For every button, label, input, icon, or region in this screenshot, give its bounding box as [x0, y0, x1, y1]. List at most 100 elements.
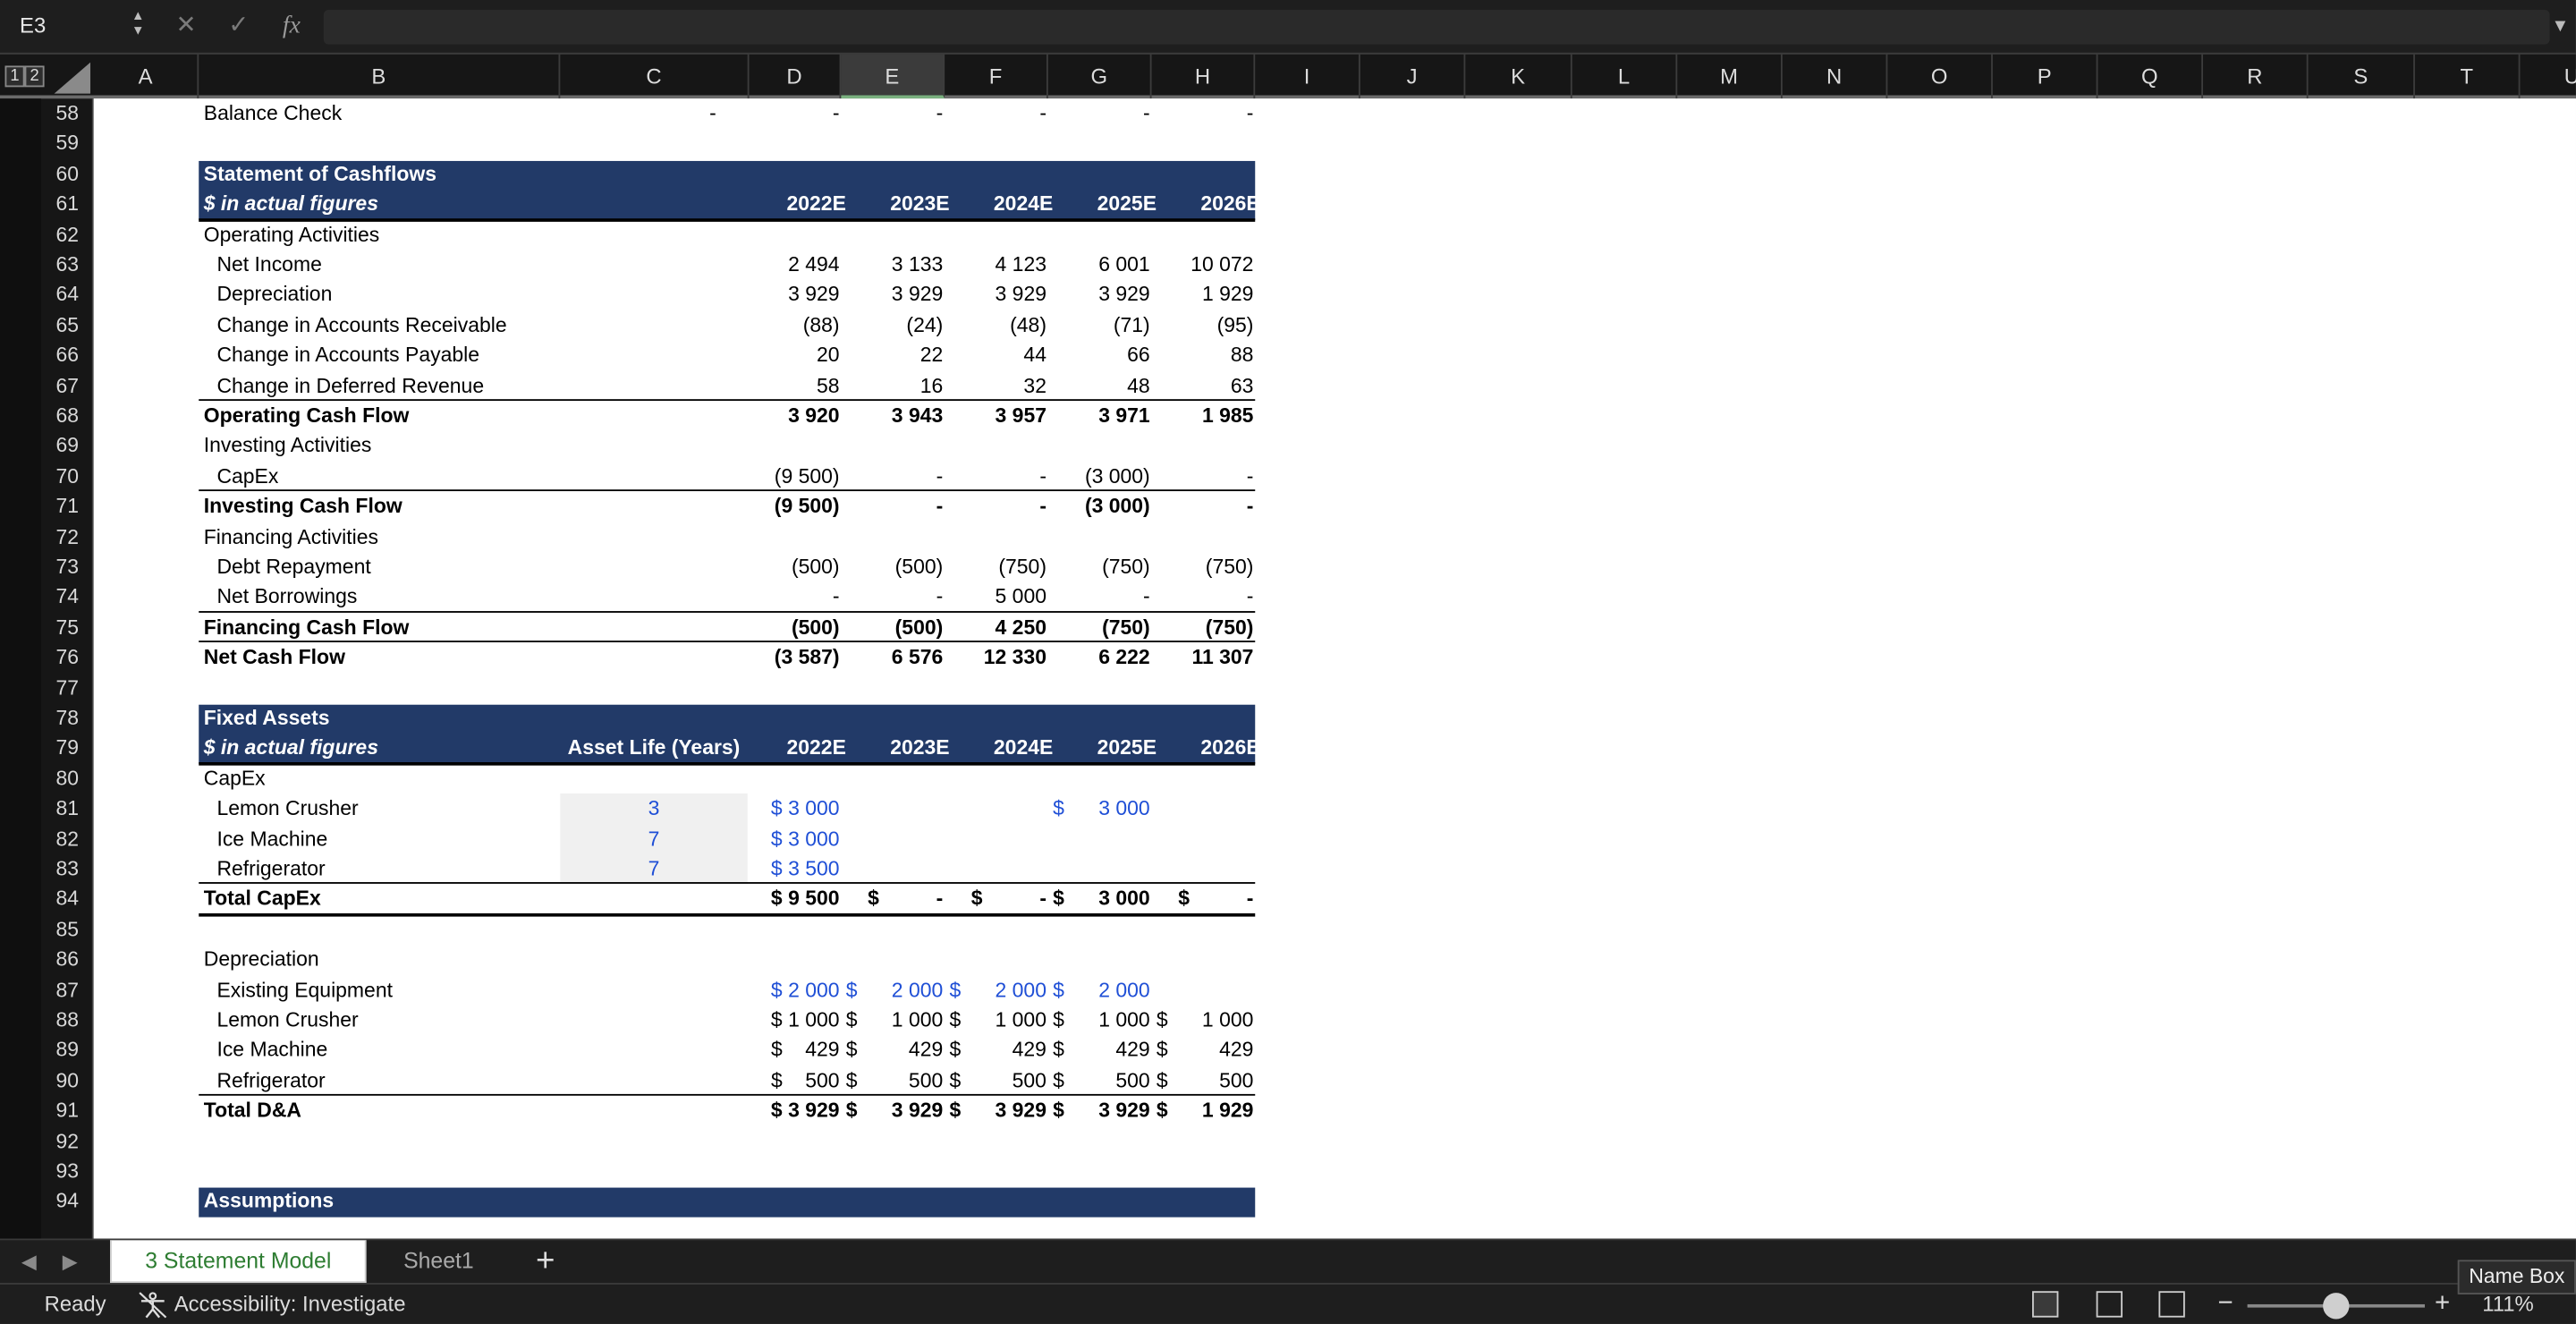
cell-value[interactable]: $ 3 929: [1043, 1096, 1150, 1126]
cell-value[interactable]: $ 429: [836, 1036, 944, 1066]
outline-level-2-button[interactable]: 2: [24, 65, 45, 88]
row-header[interactable]: 65: [41, 310, 94, 341]
cell-value[interactable]: (95): [1147, 310, 1254, 341]
cell-value[interactable]: [940, 522, 1046, 552]
cell-value[interactable]: 3 929: [836, 280, 943, 310]
row-header[interactable]: 88: [41, 1006, 94, 1036]
cell-value[interactable]: -: [836, 582, 944, 613]
cell-value[interactable]: (24): [836, 310, 943, 341]
cell-value[interactable]: (750): [1147, 613, 1254, 643]
page-break-view-icon[interactable]: [2158, 1291, 2185, 1318]
cell-value[interactable]: [836, 522, 943, 552]
cell-value[interactable]: $ 3 500: [733, 854, 840, 885]
cell-value[interactable]: -: [836, 462, 944, 492]
cell-value[interactable]: 2 494: [733, 250, 839, 280]
cell-value[interactable]: $ 3 929: [733, 1096, 840, 1126]
cell-value[interactable]: 3 929: [733, 280, 839, 310]
scroll-tabs-left-icon[interactable]: ◀: [21, 1247, 37, 1277]
cell-value[interactable]: -: [940, 462, 1046, 492]
column-header[interactable]: I: [1255, 54, 1360, 99]
cell-value[interactable]: (3 587): [733, 642, 840, 673]
cell-value[interactable]: [733, 431, 839, 462]
cell-value[interactable]: 4 123: [940, 250, 1046, 280]
row-header[interactable]: 93: [41, 1157, 94, 1187]
row-label[interactable]: Operating Activities: [204, 219, 648, 250]
column-header[interactable]: D: [750, 54, 842, 99]
row-header[interactable]: 59: [41, 129, 94, 159]
row-header[interactable]: 83: [41, 854, 94, 885]
row-label[interactable]: CapEx: [204, 763, 648, 794]
cell-value[interactable]: $ 1 000: [1043, 1006, 1150, 1036]
chevron-down-icon[interactable]: ▼: [2551, 10, 2569, 45]
cell-value[interactable]: (71): [1043, 310, 1150, 341]
cell-value[interactable]: [1043, 854, 1149, 885]
cell-value[interactable]: (9 500): [733, 491, 840, 522]
row-header[interactable]: 91: [41, 1096, 94, 1126]
cell-value[interactable]: (750): [1043, 552, 1150, 582]
cell-value[interactable]: (750): [940, 552, 1046, 582]
cell-value[interactable]: [940, 824, 1046, 854]
cell-value[interactable]: $ 1 929: [1147, 1096, 1254, 1126]
row-header[interactable]: 90: [41, 1065, 94, 1096]
row-header[interactable]: 70: [41, 462, 94, 492]
cell-value[interactable]: [940, 794, 1046, 824]
row-header[interactable]: 72: [41, 522, 94, 552]
column-header[interactable]: K: [1465, 54, 1572, 99]
column-header[interactable]: O: [1887, 54, 1993, 99]
column-header[interactable]: L: [1572, 54, 1678, 99]
page-layout-view-icon[interactable]: [2096, 1291, 2123, 1318]
cell-value[interactable]: [836, 794, 943, 824]
cell-value[interactable]: -: [1147, 98, 1254, 129]
cell-value[interactable]: [836, 824, 943, 854]
cell-value[interactable]: [940, 219, 1046, 250]
tab-sheet1[interactable]: Sheet1: [377, 1240, 499, 1283]
row-header[interactable]: 86: [41, 945, 94, 975]
cell-value[interactable]: 3 957: [940, 401, 1046, 431]
row-header[interactable]: 73: [41, 552, 94, 582]
row-label[interactable]: Lemon Crusher: [204, 1006, 648, 1036]
row-label[interactable]: Total D&A: [204, 1096, 648, 1126]
function-icon[interactable]: fx: [283, 10, 301, 43]
cell-value[interactable]: $ 500: [940, 1065, 1046, 1096]
row-label[interactable]: Financing Cash Flow: [204, 613, 648, 643]
row-label[interactable]: Change in Accounts Payable: [204, 340, 648, 370]
cell-value[interactable]: $ 3 000: [733, 824, 840, 854]
cell-value[interactable]: 6 576: [836, 642, 943, 673]
cell-value[interactable]: $ 500: [733, 1065, 840, 1096]
cell-value[interactable]: -: [626, 98, 716, 129]
cell-value[interactable]: 3 929: [1043, 280, 1149, 310]
cell-value[interactable]: -: [836, 491, 944, 522]
column-header[interactable]: M: [1677, 54, 1783, 99]
cell-value[interactable]: $ -: [836, 885, 943, 915]
cell-value[interactable]: $ 2 000: [940, 975, 1046, 1006]
accessibility-status[interactable]: Accessibility: Investigate: [174, 1285, 406, 1324]
cell-value[interactable]: $ 1 000: [733, 1006, 840, 1036]
cell-value[interactable]: $ 2 000: [733, 975, 840, 1006]
row-header[interactable]: 68: [41, 401, 94, 431]
column-header[interactable]: E: [841, 54, 945, 99]
cell-value[interactable]: [1147, 824, 1253, 854]
cell-value[interactable]: 3 929: [940, 280, 1046, 310]
asset-life-input[interactable]: 7: [560, 854, 747, 885]
cell-value[interactable]: 5 000: [940, 582, 1046, 613]
row-header[interactable]: 94: [41, 1186, 94, 1217]
cell-value[interactable]: [733, 219, 839, 250]
row-label[interactable]: Investing Activities: [204, 431, 648, 462]
enter-icon[interactable]: ✓: [228, 10, 249, 43]
row-header[interactable]: 64: [41, 280, 94, 310]
row-header[interactable]: 62: [41, 219, 94, 250]
cell-value[interactable]: $ 2 000: [836, 975, 944, 1006]
row-header[interactable]: 89: [41, 1036, 94, 1066]
cell-value[interactable]: -: [1147, 462, 1254, 492]
cell-value[interactable]: -: [1043, 98, 1150, 129]
row-label[interactable]: Debt Repayment: [204, 552, 648, 582]
cell-value[interactable]: (3 000): [1043, 491, 1150, 522]
cell-value[interactable]: (500): [836, 613, 944, 643]
cell-value[interactable]: -: [940, 98, 1046, 129]
cell-value[interactable]: 3 920: [733, 401, 839, 431]
cell-value[interactable]: 32: [940, 370, 1046, 401]
cell-value[interactable]: [1043, 431, 1149, 462]
add-sheet-button[interactable]: +: [526, 1240, 565, 1283]
column-header[interactable]: R: [2203, 54, 2309, 99]
row-label[interactable]: Total CapEx: [204, 885, 648, 915]
